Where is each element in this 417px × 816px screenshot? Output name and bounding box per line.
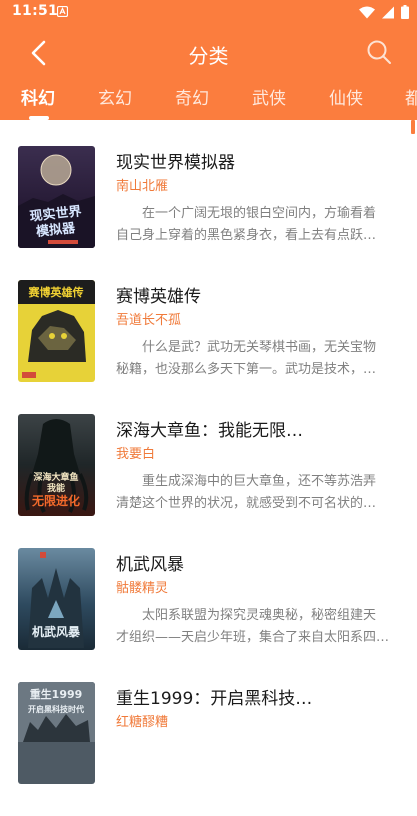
book-description-line: 清楚这个世界的状况，就感受到不可名状的… <box>116 496 377 511</box>
book-item[interactable]: 重生1999 开启黑科技时代 重生1999：开启黑科技… 红糖醪糟 <box>0 682 417 816</box>
status-time: 11:51 <box>12 3 59 19</box>
search-button[interactable] <box>365 38 393 66</box>
book-description-line: 自己身上穿着的黑色紧身衣，看上去有点跃… <box>116 228 377 243</box>
book-cover: 机武风暴 <box>18 548 95 650</box>
svg-text:无限进化: 无限进化 <box>31 493 80 508</box>
svg-text:开启黑科技时代: 开启黑科技时代 <box>28 704 84 714</box>
book-description-line: 秘籍，也没那么多天下第一。武功是技术，… <box>116 362 377 377</box>
book-item[interactable]: 深海大章鱼 我能 无限进化 深海大章鱼：我能无限… 我要白 重生成深海中的巨大章… <box>0 414 417 548</box>
svg-text:深海大章鱼: 深海大章鱼 <box>33 471 78 483</box>
app-header: 11:51 分类 科幻 玄幻 奇幻 武侠 仙侠 都 <box>0 0 417 120</box>
signal-icon <box>382 6 394 18</box>
book-description: 什么是武？武功无关琴棋书画，无关宝物 秘籍，也没那么多天下第一。武功是技术，… <box>116 337 394 381</box>
tab-fantasy[interactable]: 奇幻 <box>175 84 209 109</box>
tab-xuanhuan[interactable]: 玄幻 <box>98 84 132 109</box>
active-tab-indicator <box>29 116 49 120</box>
battery-icon <box>401 5 409 19</box>
book-title: 重生1999：开启黑科技… <box>116 689 313 709</box>
book-title: 赛博英雄传 <box>116 287 201 307</box>
search-icon <box>367 40 391 64</box>
system-icons <box>359 5 409 19</box>
scrollbar[interactable] <box>411 120 415 134</box>
book-cover: 深海大章鱼 我能 无限进化 <box>18 414 95 516</box>
book-description-line: 才组织——天启少年班，集合了来自太阳系四… <box>116 630 390 645</box>
svg-text:我能: 我能 <box>47 482 65 494</box>
book-title: 机武风暴 <box>116 555 184 575</box>
book-item[interactable]: 赛博英雄传 赛博英雄传 吾道长不孤 什么是武？武功无关琴棋书画，无关宝物 秘籍，… <box>0 280 417 414</box>
svg-text:重生1999: 重生1999 <box>30 687 83 701</box>
book-title: 现实世界模拟器 <box>116 153 235 173</box>
tab-scifi[interactable]: 科幻 <box>21 84 55 109</box>
book-description: 太阳系联盟为探究灵魂奥秘，秘密组建天 才组织——天启少年班，集合了来自太阳系四… <box>116 605 394 649</box>
book-description: 重生成深海中的巨大章鱼，还不等苏浩弄 清楚这个世界的状况，就感受到不可名状的… <box>116 471 394 515</box>
book-description: 在一个广阔无垠的银白空间内，方瑜看着 自己身上穿着的黑色紧身衣，看上去有点跃… <box>116 203 394 247</box>
book-author: 南山北雁 <box>116 179 169 194</box>
book-description-line: 太阳系联盟为探究灵魂奥秘，秘密组建天 <box>142 608 377 623</box>
category-tabs: 科幻 玄幻 奇幻 武侠 仙侠 都 <box>0 80 417 120</box>
toolbar: 分类 <box>0 24 417 80</box>
book-description-line: 重生成深海中的巨大章鱼，还不等苏浩弄 <box>142 474 377 489</box>
book-author: 吾道长不孤 <box>116 313 182 328</box>
svg-text:赛博英雄传: 赛博英雄传 <box>28 285 84 299</box>
book-description-line: 在一个广阔无垠的银白空间内，方瑜看着 <box>142 206 377 221</box>
book-cover: 赛博英雄传 <box>18 280 95 382</box>
book-cover: 重生1999 开启黑科技时代 <box>18 682 95 784</box>
status-bar: 11:51 <box>0 0 417 24</box>
book-author: 骷髅精灵 <box>116 581 169 596</box>
book-title: 深海大章鱼：我能无限… <box>116 421 303 441</box>
book-item[interactable]: 机武风暴 机武风暴 骷髅精灵 太阳系联盟为探究灵魂奥秘，秘密组建天 才组织——天… <box>0 548 417 682</box>
book-author: 红糖醪糟 <box>116 715 169 730</box>
notification-icon <box>57 6 68 17</box>
book-description-line: 什么是武？武功无关琴棋书画，无关宝物 <box>142 340 377 355</box>
tab-xianxia[interactable]: 仙侠 <box>329 84 363 109</box>
tab-wuxia[interactable]: 武侠 <box>252 84 286 109</box>
book-item[interactable]: 现实世界 模拟器 现实世界模拟器 南山北雁 在一个广阔无垠的银白空间内，方瑜看着… <box>0 146 417 280</box>
book-author: 我要白 <box>116 447 156 462</box>
page-title: 分类 <box>188 44 229 68</box>
wifi-icon <box>359 6 375 18</box>
svg-text:机武风暴: 机武风暴 <box>32 624 81 639</box>
book-cover: 现实世界 模拟器 <box>18 146 95 248</box>
tab-urban[interactable]: 都 <box>405 84 417 109</box>
